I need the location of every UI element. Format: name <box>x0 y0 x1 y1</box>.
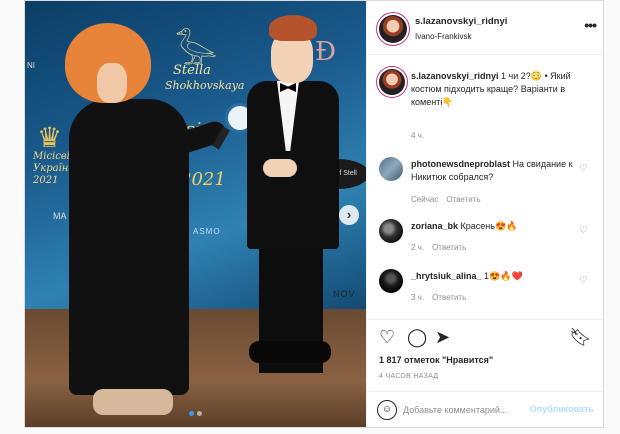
heart-icon[interactable]: ♡ <box>379 328 395 346</box>
comment-meta: 2 ч. Ответить <box>411 243 474 252</box>
heart-icon[interactable]: ♡ <box>579 163 588 174</box>
comment-time: Сейчас <box>411 195 439 204</box>
more-horizontal-icon[interactable]: ••• <box>584 17 597 33</box>
comment-body: Красень😍🔥 <box>458 221 518 231</box>
comment-time: 3 ч. <box>411 293 425 302</box>
comment-text: photonewsdneproblast На свидание к Никит… <box>411 158 579 184</box>
banner-asmo: ASMO <box>193 227 221 236</box>
reply-button[interactable]: Ответить <box>446 195 480 204</box>
comment-meta: Сейчас Ответить <box>411 195 489 204</box>
post-photo[interactable]: 𓅭 Stella Shokhovskaya Місісвіт 2021 ♛ Мі… <box>25 1 366 427</box>
comment-username[interactable]: zoriana_bk <box>411 221 458 231</box>
commenter-avatar[interactable] <box>379 269 403 293</box>
banner-stella-sub: Shokhovskaya <box>165 79 245 92</box>
comments-list: s.lazanovskyi_ridnyi 1 чи 2?😳 • Який кос… <box>367 55 603 317</box>
crown-icon: ♛ <box>37 122 63 153</box>
comment-input[interactable] <box>403 401 531 419</box>
add-comment-bar: ☺ Опубликовать <box>367 391 603 427</box>
instagram-post: 𓅭 Stella Shokhovskaya Місісвіт 2021 ♛ Мі… <box>24 0 604 428</box>
man-hand <box>263 159 297 177</box>
post-actions: ♡ ◯ ➤ 🔖︎ <box>367 319 603 355</box>
comment-text: zoriana_bk Красень😍🔥 <box>411 220 579 233</box>
man-hair <box>269 15 317 41</box>
caption-text: s.lazanovskyi_ridnyi 1 чи 2?😳 • Який кос… <box>411 70 579 109</box>
banner-nov: NOV <box>333 289 356 299</box>
bookmark-icon[interactable]: 🔖︎ <box>569 328 592 346</box>
commenter-avatar[interactable] <box>379 219 403 243</box>
comment-username[interactable]: photonewsdneproblast <box>411 159 510 169</box>
banner-ni: NI <box>27 61 35 70</box>
chevron-right-icon[interactable]: › <box>339 205 359 225</box>
comment-text: _hrytsiuk_alina_ 1😍🔥❤️ <box>411 270 579 283</box>
commenter-avatar[interactable] <box>379 157 403 181</box>
author-username[interactable]: s.lazanovskyi_ridnyi <box>415 16 507 27</box>
caption-meta: 4 ч. <box>411 131 432 140</box>
author-avatar[interactable] <box>379 15 407 43</box>
post-sidebar: s.lazanovskyi_ridnyi Ivano-Frankivsk •••… <box>366 1 603 427</box>
woman-face <box>97 63 127 103</box>
reply-button[interactable]: Ответить <box>432 293 466 302</box>
heart-icon[interactable]: ♡ <box>579 275 588 286</box>
post-time: 4 ЧАСОВ НАЗАД <box>379 373 439 380</box>
comment-meta: 3 ч. Ответить <box>411 293 474 302</box>
reply-button[interactable]: Ответить <box>432 243 466 252</box>
woman-shoes <box>93 389 173 415</box>
post-header: s.lazanovskyi_ridnyi Ivano-Frankivsk ••• <box>367 1 603 55</box>
comment-time: 2 ч. <box>411 243 425 252</box>
carousel-dot-active <box>189 411 194 416</box>
emoji-icon[interactable]: ☺ <box>377 400 397 420</box>
caption-time: 4 ч. <box>411 131 425 140</box>
banner-stella: Stella <box>173 63 211 78</box>
caption-avatar[interactable] <box>379 69 405 95</box>
comment-body: 1😍🔥❤️ <box>481 271 523 281</box>
heart-icon[interactable]: ♡ <box>579 225 588 236</box>
likes-count[interactable]: 1 817 отметок "Нравится" <box>379 355 493 365</box>
caption-username[interactable]: s.lazanovskyi_ridnyi <box>411 71 499 81</box>
banner-ma: MA <box>53 211 67 221</box>
comment-icon[interactable]: ◯ <box>407 328 427 346</box>
comment-username[interactable]: _hrytsiuk_alina_ <box>411 271 482 281</box>
dp-logo: Ð <box>315 37 336 67</box>
carousel-dots <box>189 411 202 416</box>
post-location[interactable]: Ivano-Frankivsk <box>415 32 471 41</box>
share-icon[interactable]: ➤ <box>435 328 450 346</box>
man-shoes <box>249 341 331 363</box>
carousel-dot <box>197 411 202 416</box>
publish-button[interactable]: Опубликовать <box>530 404 594 414</box>
